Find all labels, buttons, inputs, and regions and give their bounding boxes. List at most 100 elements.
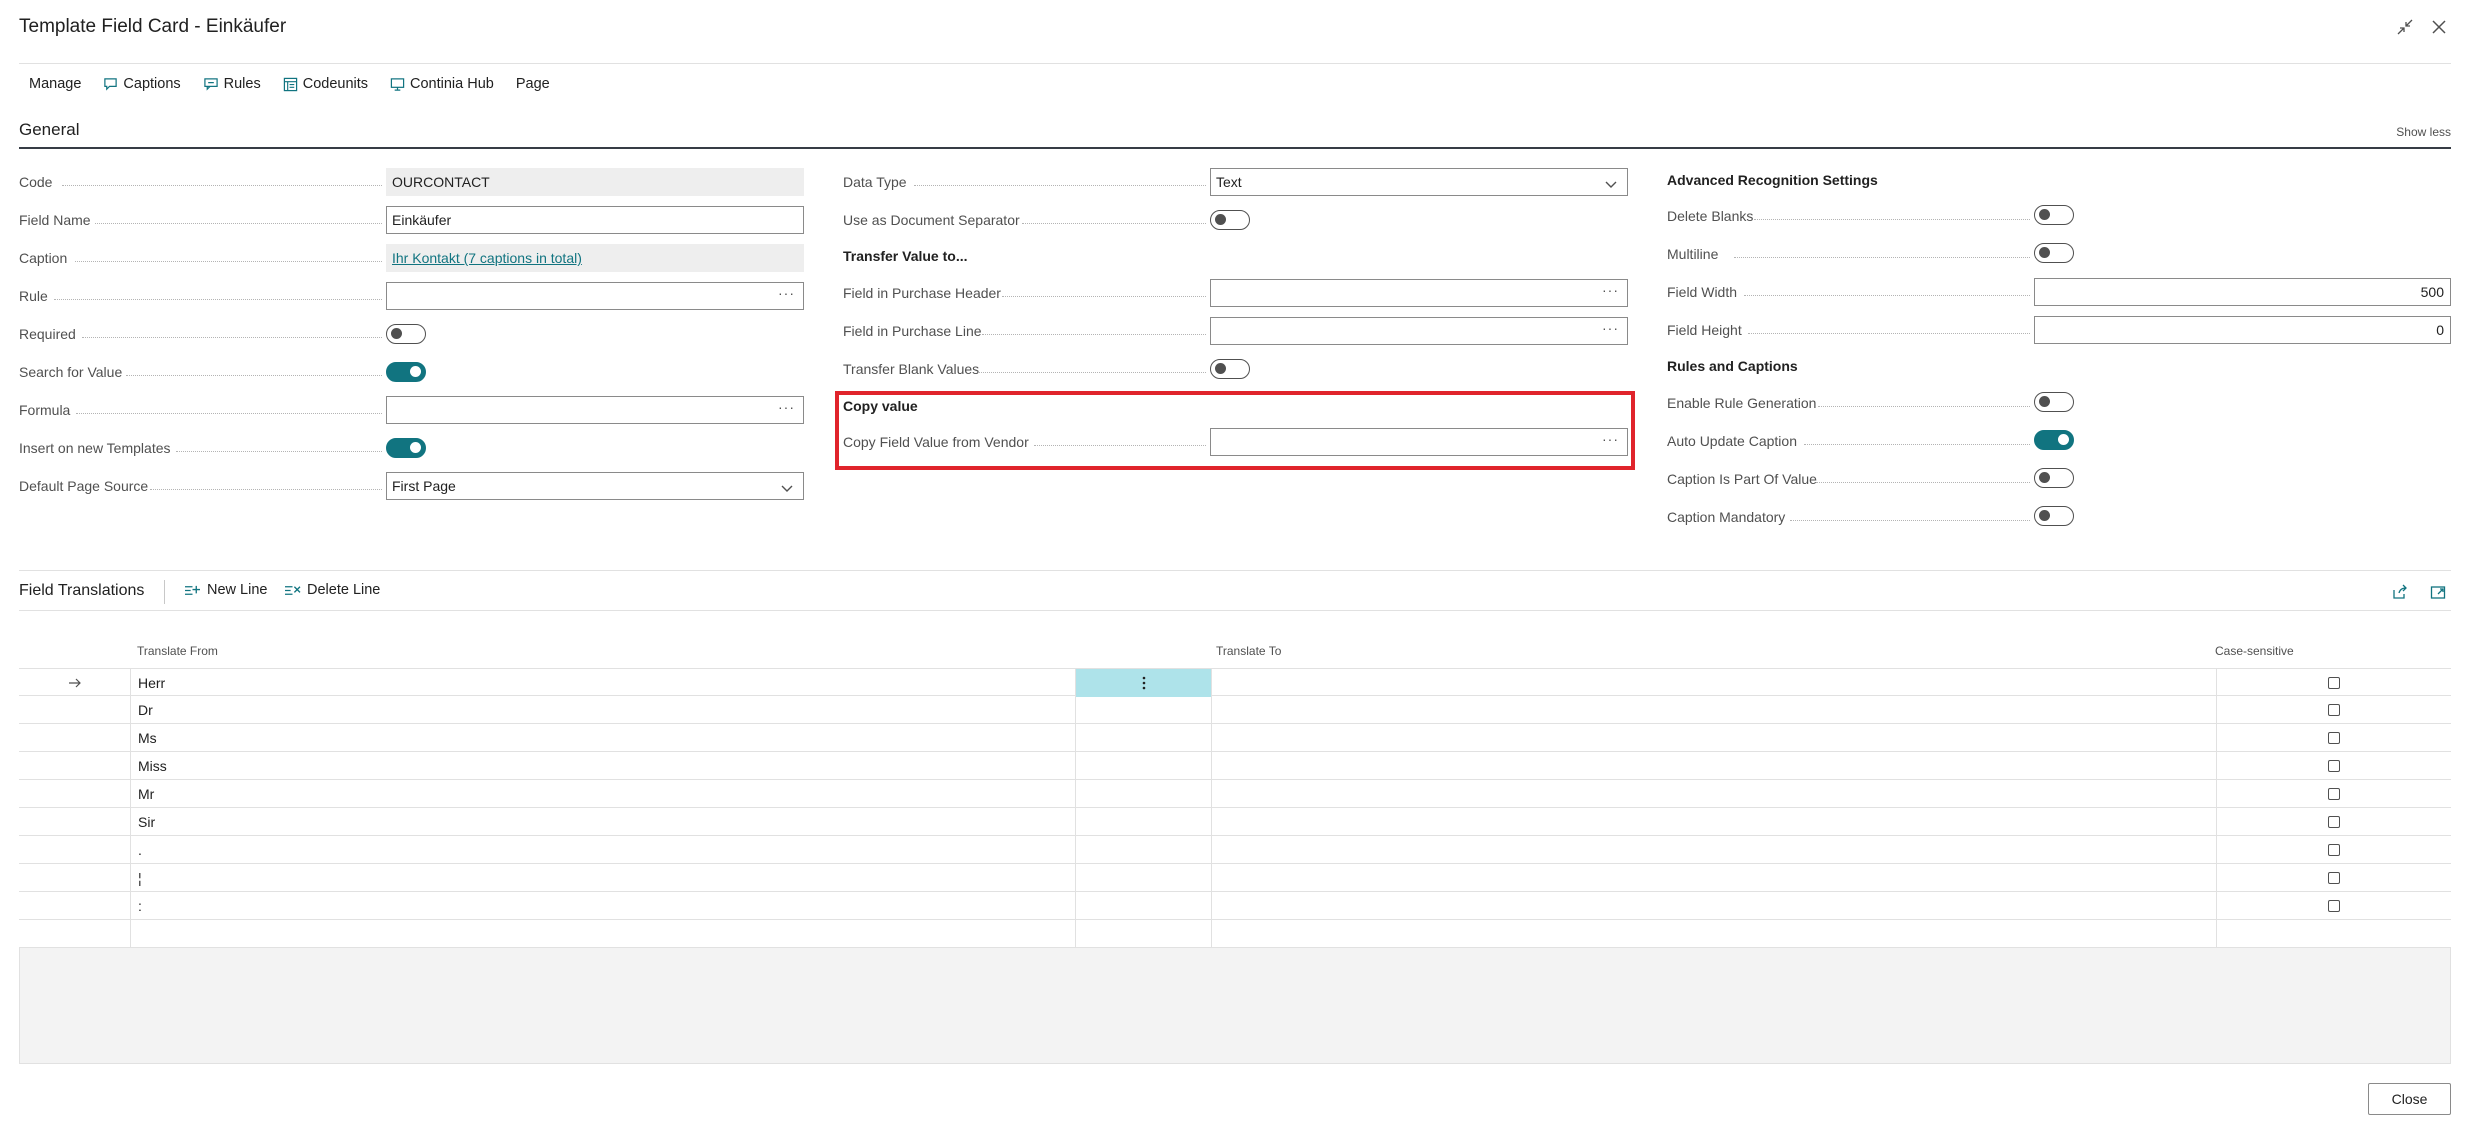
row-actions-cell[interactable] (1076, 836, 1212, 864)
cell-translate-from[interactable] (131, 920, 1076, 948)
lookup-ellipsis-icon[interactable]: ··· (778, 399, 795, 415)
action-page[interactable]: Page (505, 72, 561, 96)
row-indicator[interactable] (19, 892, 131, 920)
caption-link[interactable]: Ihr Kontakt (7 captions in total) (392, 250, 582, 266)
field-height-field[interactable]: 0 (2034, 316, 2451, 344)
case-sensitive-checkbox[interactable] (2328, 760, 2340, 772)
row-actions-cell[interactable] (1076, 864, 1212, 892)
action-captions[interactable]: Captions (92, 72, 191, 96)
cell-translate-to[interactable] (1212, 892, 2217, 920)
field-name-field[interactable]: Einkäufer (386, 206, 804, 234)
cell-translate-to[interactable] (1212, 752, 2217, 780)
row-indicator[interactable] (19, 696, 131, 724)
cell-translate-from[interactable]: Ms (131, 724, 1076, 752)
action-codeunits[interactable]: Codeunits (272, 72, 379, 96)
case-sensitive-checkbox[interactable] (2328, 732, 2340, 744)
expand-icon[interactable] (2426, 580, 2450, 604)
purchase-line-field[interactable]: ··· (1210, 317, 1628, 345)
new-line-button[interactable]: New Line (184, 582, 267, 598)
multiline-toggle[interactable] (2034, 243, 2074, 263)
col-header-translate-from[interactable]: Translate From (137, 644, 218, 658)
search-for-value-toggle[interactable] (386, 362, 426, 382)
table-row[interactable]: ¦ (19, 864, 2451, 892)
cell-translate-from[interactable]: Mr (131, 780, 1076, 808)
page-source-select[interactable]: First Page (386, 472, 804, 500)
lookup-ellipsis-icon[interactable]: ··· (1602, 282, 1619, 298)
row-indicator[interactable] (19, 780, 131, 808)
cell-translate-from[interactable]: Sir (131, 808, 1076, 836)
share-icon[interactable] (2388, 580, 2412, 604)
rule-field[interactable]: ··· (386, 282, 804, 310)
purchase-header-field[interactable]: ··· (1210, 279, 1628, 307)
more-options-icon[interactable] (1142, 676, 1146, 690)
cell-translate-to[interactable] (1212, 808, 2217, 836)
case-sensitive-checkbox[interactable] (2328, 704, 2340, 716)
action-continia-hub[interactable]: Continia Hub (379, 72, 505, 96)
data-type-select[interactable]: Text (1210, 168, 1628, 196)
row-indicator[interactable] (19, 669, 131, 697)
table-row[interactable]: Sir (19, 808, 2451, 836)
row-indicator[interactable] (19, 724, 131, 752)
caption-field[interactable]: Ihr Kontakt (7 captions in total) (386, 244, 804, 272)
row-actions-cell[interactable] (1076, 696, 1212, 724)
cell-translate-from[interactable]: Miss (131, 752, 1076, 780)
row-actions-cell[interactable] (1076, 920, 1212, 948)
general-section-title[interactable]: General (19, 120, 79, 140)
cell-translate-to[interactable] (1212, 920, 2217, 948)
required-toggle[interactable] (386, 324, 426, 344)
action-rules[interactable]: Rules (192, 72, 272, 96)
row-indicator[interactable] (19, 836, 131, 864)
insert-new-templates-toggle[interactable] (386, 438, 426, 458)
row-actions-cell[interactable] (1076, 724, 1212, 752)
row-actions-cell[interactable] (1076, 808, 1212, 836)
cell-translate-from[interactable]: Dr (131, 696, 1076, 724)
table-row[interactable]: Dr (19, 696, 2451, 724)
row-indicator[interactable] (19, 752, 131, 780)
formula-field[interactable]: ··· (386, 396, 804, 424)
code-field[interactable]: OURCONTACT (386, 168, 804, 196)
cell-translate-to[interactable] (1212, 864, 2217, 892)
delete-line-button[interactable]: Delete Line (284, 582, 380, 598)
row-actions-cell[interactable] (1076, 892, 1212, 920)
case-sensitive-checkbox[interactable] (2328, 677, 2340, 689)
action-manage[interactable]: Manage (19, 72, 92, 96)
table-row[interactable]: . (19, 836, 2451, 864)
caption-mandatory-toggle[interactable] (2034, 506, 2074, 526)
row-actions-cell[interactable] (1076, 752, 1212, 780)
row-indicator[interactable] (19, 864, 131, 892)
cell-translate-from[interactable]: ¦ (131, 864, 1076, 892)
collapse-icon[interactable] (2392, 14, 2418, 40)
cell-translate-to[interactable] (1212, 780, 2217, 808)
field-width-field[interactable]: 500 (2034, 278, 2451, 306)
cell-translate-from[interactable]: : (131, 892, 1076, 920)
close-icon[interactable] (2426, 14, 2452, 40)
cell-translate-to[interactable] (1212, 696, 2217, 724)
translations-title[interactable]: Field Translations (19, 582, 144, 600)
close-button[interactable]: Close (2368, 1083, 2451, 1115)
table-row[interactable]: Mr (19, 780, 2451, 808)
case-sensitive-checkbox[interactable] (2328, 900, 2340, 912)
cell-translate-to[interactable] (1212, 669, 2217, 697)
delete-blanks-toggle[interactable] (2034, 205, 2074, 225)
row-indicator[interactable] (19, 808, 131, 836)
col-header-translate-to[interactable]: Translate To (1216, 644, 1281, 658)
show-less-link[interactable]: Show less (2396, 125, 2451, 139)
case-sensitive-checkbox[interactable] (2328, 844, 2340, 856)
document-separator-toggle[interactable] (1210, 210, 1250, 230)
cell-translate-to[interactable] (1212, 724, 2217, 752)
cell-translate-from[interactable]: Herr (131, 669, 1076, 697)
table-row[interactable]: Miss (19, 752, 2451, 780)
lookup-ellipsis-icon[interactable]: ··· (1602, 320, 1619, 336)
row-actions-cell[interactable] (1076, 669, 1212, 697)
cell-translate-to[interactable] (1212, 836, 2217, 864)
table-row[interactable] (19, 920, 2451, 948)
enable-rule-toggle[interactable] (2034, 392, 2074, 412)
table-row[interactable]: : (19, 892, 2451, 920)
table-row[interactable]: Ms (19, 724, 2451, 752)
table-row[interactable]: Herr (19, 668, 2451, 697)
auto-caption-toggle[interactable] (2034, 430, 2074, 450)
col-header-case-sensitive[interactable]: Case-sensitive (2215, 644, 2294, 658)
transfer-blank-toggle[interactable] (1210, 359, 1250, 379)
caption-part-toggle[interactable] (2034, 468, 2074, 488)
lookup-ellipsis-icon[interactable]: ··· (778, 285, 795, 301)
